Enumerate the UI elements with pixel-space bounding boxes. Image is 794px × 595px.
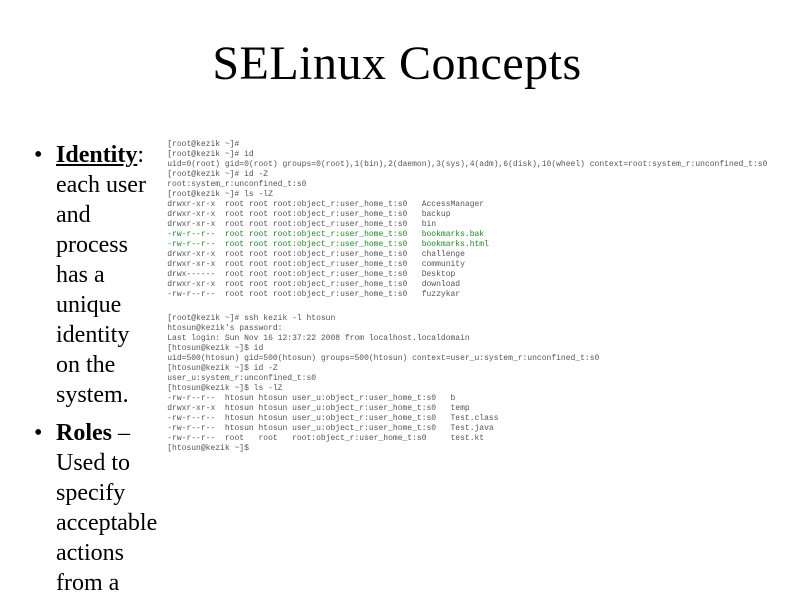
terminal-column: [root@kezik ~]# [root@kezik ~]# id uid=0…: [167, 140, 767, 575]
bullet-text: Used to specify acceptable actions from …: [56, 450, 157, 595]
terminal-highlight: -rw-r--r-- root root root:object_r:user_…: [167, 230, 489, 249]
bullet-roles: Roles – Used to specify acceptable actio…: [34, 418, 157, 595]
terminal-top: [root@kezik ~]# [root@kezik ~]# id uid=0…: [167, 140, 767, 300]
slide: SELinux Concepts Identity: each user and…: [0, 0, 794, 595]
bullet-sep: :: [137, 142, 144, 168]
bullet-label: Identity: [56, 142, 137, 168]
slide-title: SELinux Concepts: [0, 36, 794, 91]
content-area: Identity: each user and process has a un…: [34, 140, 760, 575]
bullet-list: Identity: each user and process has a un…: [34, 140, 157, 595]
terminal-bottom: [root@kezik ~]# ssh kezik -l htosun htos…: [167, 314, 767, 454]
bullet-label: Roles: [56, 420, 112, 446]
terminal-text: [root@kezik ~]# [root@kezik ~]# id uid=0…: [167, 140, 767, 229]
bullet-column: Identity: each user and process has a un…: [34, 140, 167, 575]
bullet-identity: Identity: each user and process has a un…: [34, 140, 157, 410]
bullet-sep: –: [112, 420, 130, 446]
terminal-text: drwxr-xr-x root root root:object_r:user_…: [167, 250, 465, 299]
bullet-text: each user and process has a unique ident…: [56, 172, 146, 408]
